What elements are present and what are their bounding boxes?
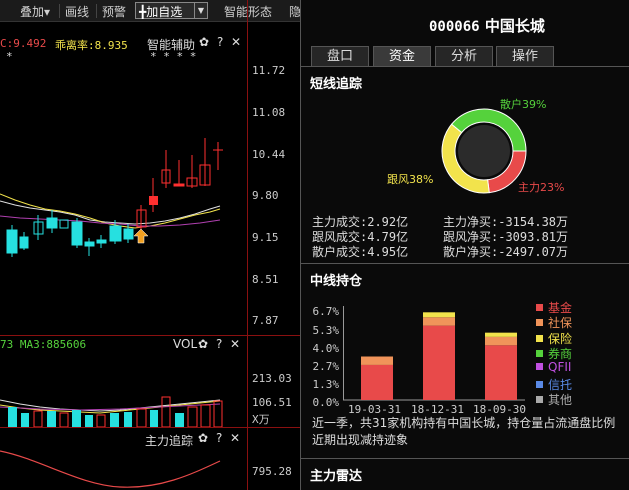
legend-item: QFII bbox=[536, 360, 571, 374]
y-tick-label: 2.7% bbox=[312, 360, 340, 373]
bar-segment bbox=[423, 325, 455, 400]
help-icon[interactable]: ? bbox=[216, 337, 222, 351]
y-tick-label: 6.7% bbox=[312, 305, 340, 318]
follow-label: 跟风38% bbox=[387, 173, 434, 186]
volume-tick: 106.51 bbox=[252, 396, 292, 409]
info-pane: 000066 中国长城 盘口 资金 分析 操作 短线追踪 散户39% 跟风38%… bbox=[300, 0, 629, 490]
price-tick: 9.15 bbox=[252, 231, 279, 244]
y-tick-label: 0.0% bbox=[312, 396, 340, 409]
add-watchlist-button[interactable]: ╋加自选 ▼ bbox=[135, 2, 208, 19]
help-icon[interactable]: ? bbox=[216, 431, 222, 445]
price-tick: 10.44 bbox=[252, 148, 286, 161]
legend-swatch bbox=[536, 304, 543, 311]
main-force-label: 主力23% bbox=[518, 181, 565, 194]
tracker-chart[interactable] bbox=[0, 445, 247, 490]
radar-title: 主力雷达 bbox=[310, 469, 363, 484]
holdings-bar-chart bbox=[343, 306, 525, 401]
legend-label: 信托 bbox=[548, 377, 573, 392]
alert-button[interactable]: 预警 bbox=[102, 3, 126, 20]
chart-pane: 叠加▾ 画线 预警 ╋加自选 ▼ 智能形态 隐 C:9.492 乖离率:8.93… bbox=[0, 0, 300, 490]
legend-swatch bbox=[536, 363, 543, 371]
price-tick: 9.80 bbox=[252, 189, 279, 202]
ma-line-white bbox=[0, 200, 221, 225]
tab-operation[interactable]: 操作 bbox=[496, 46, 554, 66]
panel-divider bbox=[0, 335, 300, 336]
toolbar-divider bbox=[96, 4, 97, 18]
ma-line-yellow bbox=[0, 193, 221, 229]
bar-segment bbox=[485, 332, 517, 337]
volume-title: VOL bbox=[173, 337, 198, 351]
retail-net-buy: 散户净买:-2497.07万 bbox=[443, 245, 569, 259]
tracker-tick: 795.28 bbox=[252, 465, 292, 478]
section-divider bbox=[301, 458, 629, 459]
help-icon[interactable]: ? bbox=[217, 35, 223, 49]
tab-funds[interactable]: 资金 bbox=[373, 46, 431, 66]
toolbar-divider bbox=[59, 4, 60, 18]
close-icon[interactable]: ✕ bbox=[231, 35, 241, 49]
legend-swatch bbox=[536, 349, 543, 357]
y-tick-label: 5.3% bbox=[312, 324, 340, 337]
legend-label: 其他 bbox=[548, 392, 573, 407]
y-tick-label: 4.0% bbox=[312, 342, 340, 355]
tab-quote[interactable]: 盘口 bbox=[311, 46, 369, 66]
gear-icon[interactable]: ✿ bbox=[199, 35, 209, 49]
legend-swatch bbox=[536, 334, 543, 342]
legend-swatch bbox=[536, 319, 543, 327]
deviation-rate: 乖离率:8.935 bbox=[55, 39, 128, 52]
tab-analysis[interactable]: 分析 bbox=[435, 46, 493, 66]
retail-label: 散户39% bbox=[500, 98, 547, 111]
close-icon[interactable]: ✕ bbox=[230, 431, 240, 445]
price-tick: 7.87 bbox=[252, 314, 279, 327]
candlestick-chart[interactable] bbox=[0, 60, 247, 335]
stock-code: 000066 bbox=[429, 19, 480, 35]
legend-label: 社保 bbox=[548, 316, 573, 331]
close-icon[interactable]: ✕ bbox=[230, 337, 240, 351]
bar-segment bbox=[423, 317, 455, 326]
holdings-note: 近一季，共31家机构持有中国长城，持仓量占流通盘比例 bbox=[312, 416, 616, 430]
volume-chart[interactable] bbox=[0, 355, 247, 427]
bar-segment bbox=[485, 336, 517, 346]
donut-center bbox=[458, 125, 510, 177]
capital-donut-chart bbox=[441, 108, 527, 194]
stock-title: 000066 中国长城 bbox=[429, 15, 545, 36]
volume-tick: 213.03 bbox=[252, 372, 292, 385]
legend-label: 保险 bbox=[548, 331, 573, 346]
legend-swatch bbox=[536, 395, 543, 403]
retail-volume: 散户成交:4.95亿 bbox=[312, 245, 409, 259]
y-tick-label: 1.3% bbox=[312, 378, 340, 391]
legend-item: 其他 bbox=[536, 391, 572, 408]
short-term-title: 短线追踪 bbox=[310, 77, 363, 92]
gear-icon[interactable]: ✿ bbox=[198, 431, 208, 445]
bar-segment bbox=[485, 345, 517, 400]
vol-ma-purple bbox=[0, 403, 221, 411]
panel-divider bbox=[0, 427, 300, 428]
legend-swatch bbox=[536, 380, 543, 388]
stock-name: 中国长城 bbox=[484, 17, 545, 35]
price-tick: 11.08 bbox=[252, 106, 286, 119]
tracker-line bbox=[0, 450, 221, 488]
price-tick: 8.51 bbox=[252, 273, 279, 286]
draw-line-button[interactable]: 画线 bbox=[65, 3, 89, 20]
tabs-divider bbox=[301, 66, 629, 67]
overlay-menu[interactable]: 叠加▾ bbox=[20, 3, 50, 20]
bar-segment bbox=[361, 356, 393, 365]
bar-segment bbox=[361, 364, 393, 400]
holdings-trend-note: 近期出现减持迹象 bbox=[312, 433, 409, 447]
mid-term-title: 中线持仓 bbox=[310, 274, 363, 289]
price-tick: 11.72 bbox=[252, 64, 286, 77]
add-watchlist-label: ╋加自选 bbox=[139, 5, 183, 19]
buy-signal-icon bbox=[133, 228, 149, 244]
bar-segment bbox=[423, 312, 455, 318]
legend-label: QFII bbox=[548, 360, 572, 375]
legend-label: 基金 bbox=[548, 301, 573, 315]
gear-icon[interactable]: ✿ bbox=[198, 337, 208, 351]
section-divider bbox=[301, 263, 629, 264]
indicator-value: C:9.492 bbox=[0, 37, 47, 50]
volume-unit: X万 bbox=[252, 413, 270, 426]
volume-ma: 73 MA3:885606 bbox=[0, 338, 87, 351]
legend-label: 券商 bbox=[548, 346, 573, 361]
down-candles bbox=[6, 210, 134, 257]
chevron-down-icon[interactable]: ▼ bbox=[194, 3, 207, 18]
